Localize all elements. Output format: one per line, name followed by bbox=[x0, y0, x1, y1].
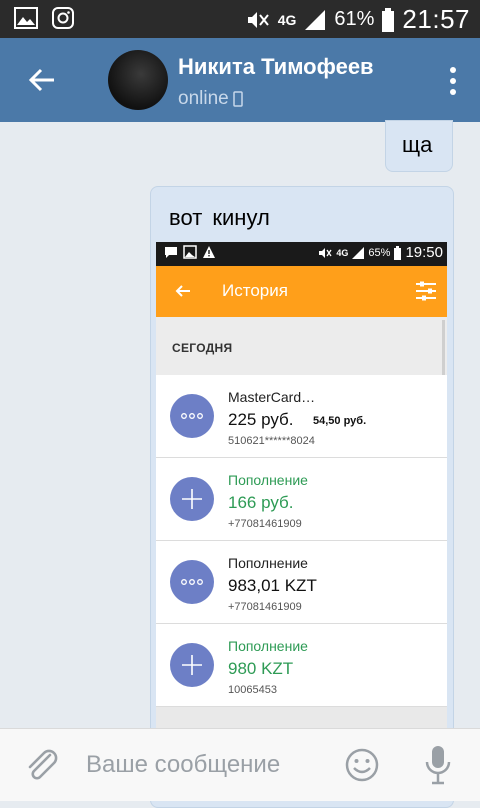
transaction-fee: 54,50 руб. bbox=[313, 415, 367, 427]
warning-icon bbox=[203, 246, 215, 258]
transaction-amount: 980 KZT bbox=[228, 659, 294, 678]
microphone-icon[interactable] bbox=[424, 745, 452, 785]
section-header: СЕГОДНЯ bbox=[156, 317, 447, 375]
gallery-icon bbox=[183, 245, 197, 259]
transaction-title: MasterCard… bbox=[228, 389, 316, 405]
transaction-amount: 225 руб. bbox=[228, 410, 294, 429]
network-type: 4G bbox=[336, 247, 349, 258]
plus-icon bbox=[170, 477, 214, 521]
chat-header: Никита Тимофеев online bbox=[0, 38, 480, 122]
contact-name[interactable]: Никита Тимофеев bbox=[178, 54, 374, 80]
transaction-details: +77081461909 bbox=[228, 518, 302, 530]
message-text: вот кинул bbox=[169, 205, 270, 230]
avatar[interactable] bbox=[108, 50, 168, 110]
online-status: online bbox=[178, 88, 243, 110]
more-dots-icon bbox=[170, 560, 214, 604]
battery-icon bbox=[382, 7, 395, 32]
battery-percent: 65% bbox=[368, 246, 391, 259]
message-input[interactable]: Ваше сообщение bbox=[86, 751, 280, 779]
attachment-app-bar: История bbox=[156, 266, 447, 317]
more-dots-icon bbox=[170, 394, 214, 438]
transaction-amount: 983,01 KZT bbox=[228, 576, 317, 595]
transaction-title: Пополнение bbox=[228, 638, 308, 654]
mute-icon bbox=[319, 247, 332, 258]
back-arrow-icon bbox=[175, 285, 190, 297]
chat-icon bbox=[165, 247, 177, 258]
transaction-row: Пополнение 166 руб. +77081461909 bbox=[156, 458, 447, 541]
filter-sliders-icon bbox=[416, 281, 436, 301]
emoji-icon[interactable] bbox=[344, 747, 380, 783]
gallery-icon bbox=[14, 7, 38, 29]
signal-icon bbox=[305, 9, 326, 30]
scrollbar bbox=[442, 320, 445, 380]
more-menu-icon[interactable] bbox=[450, 66, 456, 96]
message-bubble[interactable]: ща bbox=[385, 120, 453, 172]
mobile-phone-icon bbox=[232, 91, 243, 107]
transaction-row: MasterCard… 225 руб. 54,50 руб. 510621**… bbox=[156, 375, 447, 458]
mute-icon bbox=[247, 11, 269, 28]
status-label: online bbox=[178, 88, 229, 109]
transaction-details: 510621******8024 bbox=[228, 435, 315, 447]
transaction-row: Пополнение 983,01 KZT +77081461909 bbox=[156, 541, 447, 624]
message-text: ща bbox=[402, 132, 433, 157]
attachment-status-bar: 4G 65% 19:50 bbox=[156, 242, 447, 266]
battery-icon bbox=[394, 245, 402, 260]
transaction-details: 10065453 bbox=[228, 684, 277, 696]
transaction-title: Пополнение bbox=[228, 472, 308, 488]
clock: 21:57 bbox=[402, 4, 470, 34]
transaction-title: Пополнение bbox=[228, 555, 308, 571]
attachment-title: История bbox=[222, 281, 288, 300]
transaction-amount: 166 руб. bbox=[228, 493, 294, 512]
status-bar: 4G 61% 21:57 bbox=[0, 0, 480, 38]
transaction-details: +77081461909 bbox=[228, 601, 302, 613]
network-type: 4G bbox=[277, 11, 297, 28]
attached-screenshot[interactable]: 4G 65% 19:50 История СЕГОДНЯ MasterCard…… bbox=[156, 242, 447, 800]
back-arrow-icon[interactable] bbox=[26, 64, 58, 96]
battery-percent: 61% bbox=[334, 8, 375, 30]
message-composer: Ваше сообщение bbox=[0, 728, 480, 801]
plus-icon bbox=[170, 643, 214, 687]
section-label: СЕГОДНЯ bbox=[172, 341, 233, 355]
clock: 19:50 bbox=[405, 244, 443, 261]
paperclip-icon[interactable] bbox=[22, 745, 62, 785]
instagram-icon bbox=[52, 7, 74, 29]
transaction-row: Пополнение 980 KZT 10065453 bbox=[156, 624, 447, 707]
signal-icon bbox=[352, 246, 365, 259]
